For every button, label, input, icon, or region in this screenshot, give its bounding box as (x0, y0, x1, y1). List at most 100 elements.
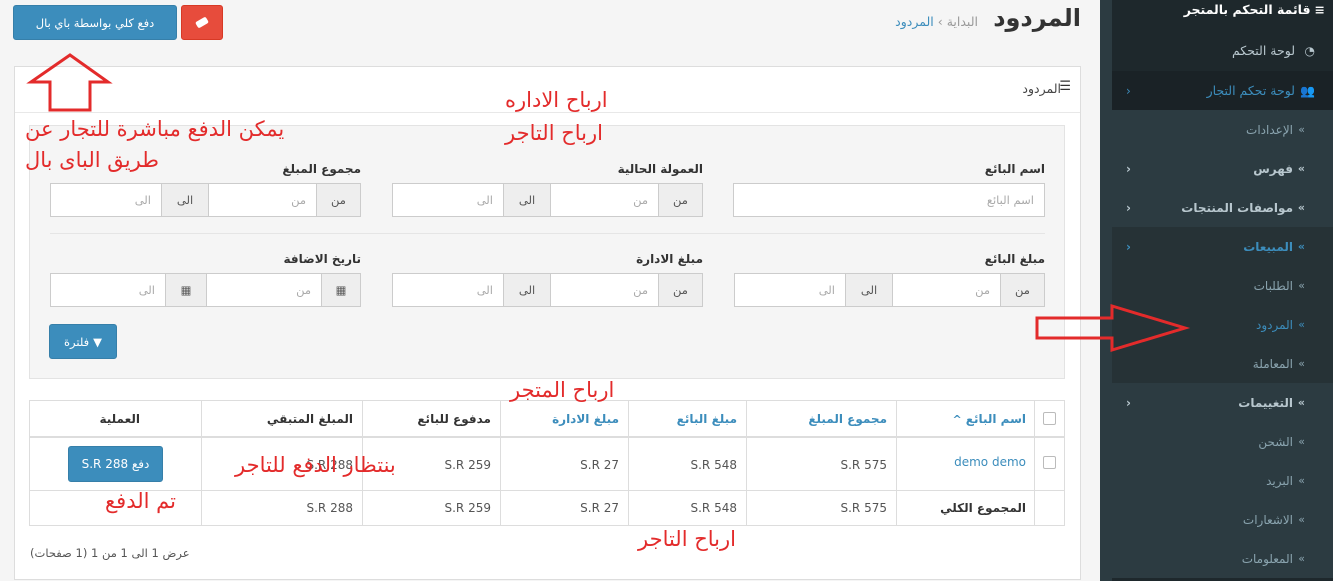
commission-to-addon: الى (503, 183, 551, 217)
header-admin-amount[interactable]: مبلغ الادارة (552, 401, 619, 437)
sidebar-item-attributes[interactable]: » مواصفات المنتجات ‹ (1112, 188, 1333, 227)
commission-label: العمولة الحالية (617, 162, 703, 176)
footer-total: S.R 575 (840, 501, 888, 515)
header-seller-name[interactable]: اسم البائع ^ (953, 401, 1026, 437)
filter-button[interactable]: ▼ فلترة (49, 324, 117, 359)
calendar-icon[interactable]: ▦ (321, 273, 361, 307)
sidebar-item-returns[interactable]: » المردود (1112, 305, 1333, 344)
breadcrumb: البداية › المردود (895, 14, 978, 29)
users-icon: 👥 (1300, 83, 1315, 98)
total-to-addon: الى (161, 183, 209, 217)
header-paid: مدفوع للبائع (417, 412, 491, 426)
footer-paid: S.R 259 (444, 501, 492, 515)
breadcrumb-separator: › (933, 14, 943, 29)
sort-asc-icon: ^ (952, 412, 962, 426)
sidebar-item-mail[interactable]: » البريد (1112, 461, 1333, 500)
cell-seller[interactable]: demo demo (954, 455, 1026, 469)
sidebar-item-shipping[interactable]: » الشحن (1112, 422, 1333, 461)
seller-amount-from-addon: من (1000, 273, 1045, 307)
chevron-double-icon: » (1298, 123, 1305, 136)
pay-seller-button[interactable]: دفع S.R 288 (68, 446, 163, 482)
pagination-info: عرض 1 الى 1 من 1 (1 صفحات) (30, 546, 190, 560)
total-from-input[interactable]: من (208, 183, 317, 217)
chevron-double-icon: » (1297, 201, 1305, 214)
commission-to-input[interactable]: الى (392, 183, 504, 217)
chevron-left-icon: ‹ (1126, 200, 1131, 215)
commission-from-addon: من (658, 183, 703, 217)
table-row-divider (30, 490, 1064, 491)
cell-total: S.R 575 (840, 458, 888, 472)
seller-amount-to-input[interactable]: الى (734, 273, 846, 307)
footer-remaining: S.R 288 (306, 501, 354, 515)
row-checkbox[interactable] (1043, 456, 1056, 469)
total-amount-label: مجموع المبلغ (282, 162, 361, 176)
calendar-icon[interactable]: ▦ (165, 273, 207, 307)
panel-divider (15, 112, 1080, 113)
chevron-double-icon: » (1297, 396, 1305, 409)
sidebar-item-dashboard[interactable]: ◔ لوحة التحكم (1112, 31, 1333, 70)
filter-icon: ▼ (93, 334, 103, 349)
admin-amount-label: مبلغ الادارة (636, 252, 703, 266)
table-header-divider (30, 436, 1064, 438)
date-to-input[interactable]: الى (50, 273, 166, 307)
sidebar-item-reviews[interactable]: » التغييمات ‹ (1112, 383, 1333, 422)
sidebar-item-information[interactable]: » المعلومات (1112, 539, 1333, 578)
sidebar-scroll-strip (1100, 0, 1112, 581)
admin-amount-to-input[interactable]: الى (392, 273, 504, 307)
sidebar-item-sales[interactable]: » المبيعات ‹ (1112, 227, 1333, 266)
menu-icon: ≡ (1314, 1, 1325, 17)
header-total[interactable]: مجموع المبلغ (808, 401, 887, 437)
sidebar-item-notifications[interactable]: » الاشعارات (1112, 500, 1333, 539)
select-all-checkbox[interactable] (1043, 412, 1056, 425)
seller-amount-label: مبلغ البائع (984, 252, 1045, 266)
cell-paid: S.R 259 (444, 458, 492, 472)
commission-from-input[interactable]: من (550, 183, 659, 217)
col-divider (201, 401, 202, 525)
sidebar-item-orders[interactable]: » الطلبات (1112, 266, 1333, 305)
annotation-paypal-note-1: يمكن الدفع مباشرة للتجار عن (25, 117, 285, 141)
annotation-merchant-profits-bottom: ارباح التاجر (638, 527, 736, 551)
eraser-icon (195, 16, 209, 29)
total-to-input[interactable]: الى (50, 183, 162, 217)
sidebar-item-catalog[interactable]: » فهرس ‹ (1112, 149, 1333, 188)
date-added-label: تاريخ الاضافة (283, 252, 361, 266)
page-title: المردود (993, 4, 1081, 32)
admin-amount-from-addon: من (658, 273, 703, 307)
chevron-left-icon: ‹ (1126, 239, 1131, 254)
chevron-double-icon: » (1297, 162, 1305, 175)
annotation-paid: تم الدفع (105, 489, 176, 513)
chevron-double-icon: » (1298, 513, 1305, 526)
chevron-double-icon: » (1298, 552, 1305, 565)
returns-table (29, 400, 1065, 526)
admin-amount-from-input[interactable]: من (550, 273, 659, 307)
header-seller-amount[interactable]: مبلغ البائع (677, 401, 737, 437)
list-icon: ☰ (1059, 79, 1071, 94)
sidebar-item-transactions[interactable]: » المعاملة (1112, 344, 1333, 383)
dashboard-icon: ◔ (1304, 43, 1315, 58)
col-divider (628, 401, 629, 525)
chevron-left-icon: ‹ (1126, 395, 1131, 410)
annotation-admin-profits: ارباح الاداره (505, 88, 608, 112)
col-divider (1034, 401, 1035, 525)
header-action: العملية (99, 412, 140, 426)
panel-title: المردود (1022, 81, 1061, 96)
sidebar-item-settings[interactable]: » الإعدادات (1112, 110, 1333, 149)
chevron-double-icon: » (1298, 435, 1305, 448)
chevron-double-icon: » (1298, 357, 1305, 370)
seller-name-input[interactable]: اسم البائع (733, 183, 1045, 217)
paypal-pay-all-button[interactable]: دفع كلي بواسطة باي بال (13, 5, 177, 40)
footer-seller-amount: S.R 548 (690, 501, 738, 515)
date-from-input[interactable]: من (206, 273, 322, 307)
chevron-double-icon: » (1298, 474, 1305, 487)
cell-admin-amount: S.R 27 (580, 458, 619, 472)
annotation-store-profits: ارباح المتجر (510, 378, 615, 402)
admin-amount-to-addon: الى (503, 273, 551, 307)
breadcrumb-home[interactable]: البداية (947, 14, 978, 29)
total-from-addon: من (316, 183, 361, 217)
chevron-left-icon: ‹ (1126, 83, 1131, 98)
annotation-merchant-profits-top: ارباح التاجر (505, 121, 603, 145)
eraser-button[interactable] (181, 5, 223, 40)
breadcrumb-current[interactable]: المردود (895, 14, 934, 29)
sidebar-item-merchants[interactable]: 👥 لوحة تحكم التجار ‹ (1112, 71, 1333, 110)
seller-amount-from-input[interactable]: من (892, 273, 1001, 307)
